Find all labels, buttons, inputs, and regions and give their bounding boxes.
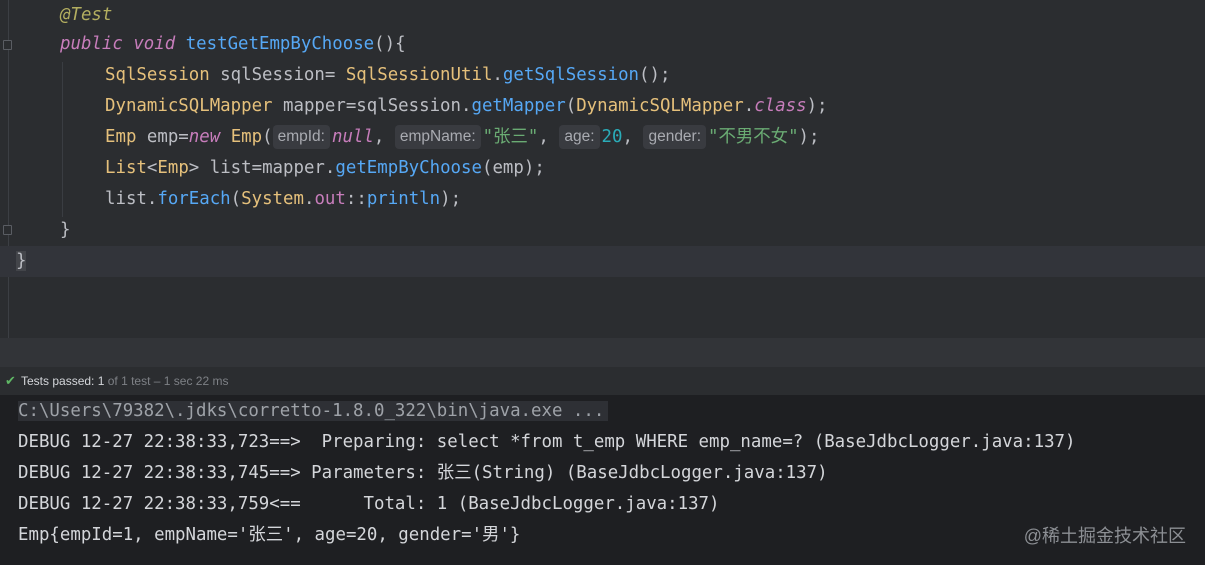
code-line-4[interactable]: DynamicSQLMapper mapper=sqlSession.getMa… xyxy=(105,91,828,122)
parameter-hint: empName: xyxy=(394,125,481,149)
code-punct: . xyxy=(303,189,315,209)
type-name: SqlSession xyxy=(105,65,210,85)
type-name: System xyxy=(241,189,304,209)
number-literal: 20 xyxy=(601,127,623,147)
code-punct: , xyxy=(538,127,549,147)
fold-marker-icon[interactable] xyxy=(3,225,12,235)
type-name: List xyxy=(105,158,147,178)
keyword-null: null xyxy=(331,127,374,147)
tests-passed-label: Tests passed: 1 xyxy=(21,374,105,388)
console-command-line: C:\Users\79382\.jdks\corretto-1.8.0_322\… xyxy=(18,396,609,427)
console-line: Emp{empId=1, empName='张三', age=20, gende… xyxy=(18,525,521,545)
keyword-public: public xyxy=(60,34,123,54)
method-call: getMapper xyxy=(471,96,566,116)
console-command: C:\Users\79382\.jdks\corretto-1.8.0_322\… xyxy=(18,401,609,421)
code-line-1[interactable]: @Test xyxy=(60,0,112,31)
code-punct: ); xyxy=(798,127,820,147)
console-line: DEBUG 12-27 22:38:33,759<== Total: 1 (Ba… xyxy=(18,494,720,514)
field-name: out xyxy=(314,189,346,209)
test-status-bar: ✔ Tests passed: 1 of 1 test – 1 sec 22 m… xyxy=(0,367,1205,396)
code-line-5[interactable]: Emp emp=new Emp(empId: null, empName: "张三"… xyxy=(105,122,820,153)
code-punct: :: xyxy=(345,189,367,209)
indent-guide xyxy=(62,62,63,217)
code-punct: ); xyxy=(440,189,462,209)
type-name: SqlSessionUtil xyxy=(345,65,493,85)
string-literal: "张三" xyxy=(482,127,539,147)
code-line-6[interactable]: List<Emp> list=mapper.getEmpByChoose(emp… xyxy=(105,153,545,184)
string-literal: "不男不女" xyxy=(708,127,799,147)
code-line-9-current[interactable]: } xyxy=(0,246,1205,277)
code-punct: ); xyxy=(806,96,828,116)
code-editor[interactable]: @Test public void testGetEmpByChoose(){ … xyxy=(0,0,1205,338)
watermark: @稀土掘金技术社区 xyxy=(1023,526,1186,546)
code-line-3[interactable]: SqlSession sqlSession= SqlSessionUtil.ge… xyxy=(105,60,670,91)
method-name: testGetEmpByChoose xyxy=(185,34,375,54)
code-punct: < xyxy=(146,158,158,178)
keyword-new: new xyxy=(188,127,221,147)
closing-brace: } xyxy=(60,220,71,240)
code-punct: ( xyxy=(565,96,577,116)
code-punct: , xyxy=(622,127,633,147)
type-name: Emp xyxy=(105,127,137,147)
code-text: sqlSession= xyxy=(209,65,346,85)
parameter-hint: age: xyxy=(559,125,600,149)
code-punct: (); xyxy=(639,65,671,85)
method-call: getEmpByChoose xyxy=(335,158,482,178)
type-name: Emp xyxy=(230,127,263,147)
gutter-separator xyxy=(8,0,9,338)
type-name: DynamicSQLMapper xyxy=(576,96,744,116)
code-text: emp= xyxy=(136,127,189,147)
code-punct: (){ xyxy=(374,34,406,54)
console-line: DEBUG 12-27 22:38:33,745==> Parameters: … xyxy=(18,463,828,483)
code-punct: ( xyxy=(230,189,242,209)
code-punct: ( xyxy=(262,127,273,147)
code-punct: . xyxy=(492,65,503,85)
code-text: list. xyxy=(105,189,158,209)
method-call: println xyxy=(366,189,441,209)
code-punct: , xyxy=(373,127,385,147)
annotation: @Test xyxy=(60,5,113,25)
console-line: DEBUG 12-27 22:38:33,723==> Preparing: s… xyxy=(18,432,1076,452)
tests-summary: of 1 test – 1 sec 22 ms xyxy=(107,374,229,388)
type-name: Emp xyxy=(157,158,189,178)
tests-passed-text: Tests passed: 1 of 1 test – 1 sec 22 ms xyxy=(21,367,228,395)
code-punct: . xyxy=(743,96,755,116)
fold-marker-icon[interactable] xyxy=(3,40,12,50)
closing-brace: } xyxy=(16,251,27,271)
type-name: DynamicSQLMapper xyxy=(105,96,273,116)
parameter-hint: gender: xyxy=(643,125,707,149)
code-punct: (emp); xyxy=(481,158,545,178)
parameter-hint: empId: xyxy=(272,125,330,149)
code-line-8[interactable]: } xyxy=(60,215,70,246)
check-icon: ✔ xyxy=(5,373,16,388)
panel-divider[interactable] xyxy=(0,338,1205,367)
code-text: mapper=sqlSession. xyxy=(272,96,472,116)
keyword-void: void xyxy=(133,34,176,54)
editor-gutter xyxy=(0,0,12,338)
code-line-7[interactable]: list.forEach(System.out::println); xyxy=(105,184,461,215)
keyword-class: class xyxy=(754,96,807,116)
code-text: > list=mapper. xyxy=(188,158,336,178)
method-call: getSqlSession xyxy=(502,65,640,85)
method-call: forEach xyxy=(157,189,231,209)
code-line-2[interactable]: public void testGetEmpByChoose(){ xyxy=(60,29,406,60)
